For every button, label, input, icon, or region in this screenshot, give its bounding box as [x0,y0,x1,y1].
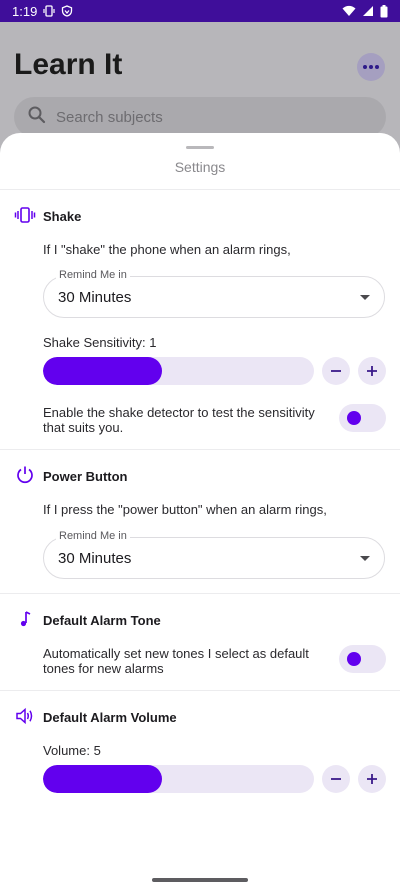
shake-detector-toggle[interactable] [339,404,386,432]
dropdown-arrow-icon [360,556,370,561]
dropdown-value: 30 Minutes [58,550,132,567]
more-options-button[interactable] [357,53,385,81]
dropdown-value: 30 Minutes [58,289,132,306]
alarm-tone-text: Automatically set new tones I select as … [43,646,309,676]
shake-detector-line2: that suits you. [43,420,124,435]
search-icon [28,106,46,129]
shake-title: Shake [43,209,82,224]
minus-icon [331,778,341,780]
alarm-tone-title: Default Alarm Tone [43,613,161,628]
dropdown-label: Remind Me in [56,269,130,281]
toggle-knob [347,652,361,666]
search-bar[interactable]: Search subjects [14,97,386,137]
volume-slider[interactable] [43,765,314,793]
volume-decrease-button[interactable] [322,765,350,793]
minus-icon [331,370,341,372]
power-button-description: If I press the "power button" when an al… [43,502,327,517]
divider [0,189,400,190]
battery-icon [380,4,388,18]
power-button-title: Power Button [43,469,128,484]
shake-detector-line1: Enable the shake detector to test the se… [43,405,315,420]
wifi-icon [342,5,356,17]
shake-remind-dropdown[interactable]: Remind Me in 30 Minutes [43,269,385,318]
toggle-knob [347,411,361,425]
power-icon [13,463,37,487]
app-title: Learn It [14,48,123,81]
dropdown-label: Remind Me in [56,530,130,542]
divider [0,690,400,691]
dropdown-arrow-icon [360,295,370,300]
shake-detector-text: Enable the shake detector to test the se… [43,405,315,435]
vibration-icon [13,203,37,227]
shake-sensitivity-slider[interactable] [43,357,314,385]
shake-description: If I "shake" the phone when an alarm rin… [43,242,291,257]
sheet-title: Settings [174,159,226,175]
volume-icon [13,704,37,728]
divider [0,593,400,594]
gesture-nav-handle[interactable] [152,878,248,882]
plus-icon [367,366,377,376]
power-remind-dropdown[interactable]: Remind Me in 30 Minutes [43,530,385,579]
vibrate-status-icon [43,5,55,17]
settings-sheet: Settings Shake If I "shake" the phone wh… [0,133,400,890]
alarm-tone-line1: Automatically set new tones I select as … [43,646,309,661]
slider-fill [43,357,163,385]
more-icon [363,65,367,69]
divider [0,449,400,450]
sensitivity-decrease-button[interactable] [322,357,350,385]
volume-label: Volume: 5 [43,743,101,758]
drag-handle[interactable] [186,146,214,149]
music-note-icon [13,607,37,631]
alarm-tone-toggle[interactable] [339,645,386,673]
volume-increase-button[interactable] [358,765,386,793]
search-placeholder: Search subjects [56,108,163,126]
plus-icon [367,774,377,784]
vpn-shield-icon [61,5,73,17]
slider-fill [43,765,163,793]
sensitivity-increase-button[interactable] [358,357,386,385]
shake-sensitivity-label: Shake Sensitivity: 1 [43,335,157,350]
alarm-volume-title: Default Alarm Volume [43,710,177,725]
alarm-tone-line2: tones for new alarms [43,661,164,676]
status-time: 1:19 [12,3,38,19]
signal-icon [362,5,374,17]
status-bar: 1:19 [0,0,400,22]
